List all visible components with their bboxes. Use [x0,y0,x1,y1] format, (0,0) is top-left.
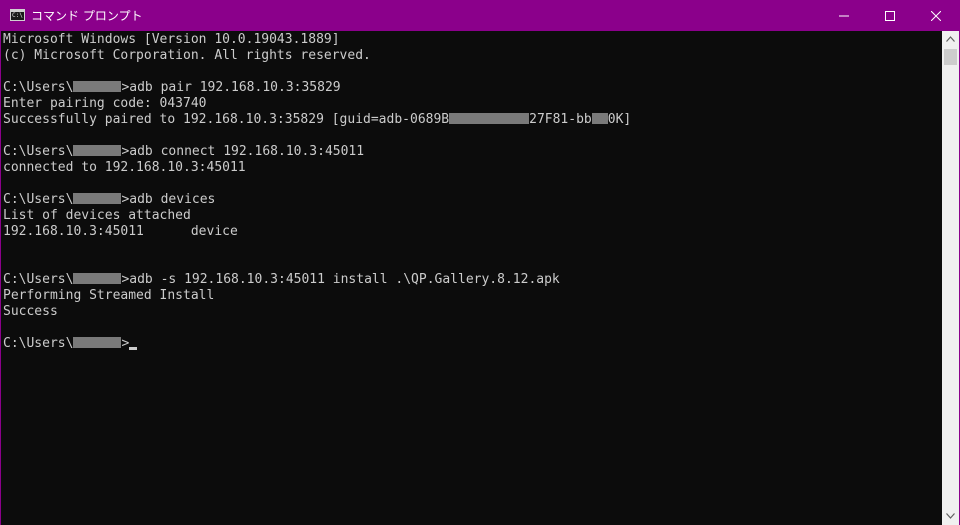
close-icon [931,11,941,21]
console-text: 192.168.10.3:45011 device [3,224,238,239]
close-button[interactable] [913,1,959,31]
console-line: Enter pairing code: 043740 [3,96,631,112]
console-text: >adb devices [121,192,216,207]
console-text: C:\Users\ [3,144,74,159]
console-text: >adb connect 192.168.10.3:45011 [121,144,365,159]
console-text: C:\Users\ [3,80,74,95]
console-text: Success [3,304,58,319]
command-prompt-window: C:\ コマンド プロンプト Microsoft Windows [Versio… [0,0,960,525]
console-text: C:\Users\ [3,272,74,287]
console-line: List of devices attached [3,208,631,224]
console-text: 27F81-bb [529,112,592,127]
console-line: C:\Users\ >adb devices [3,192,631,208]
console-line: Performing Streamed Install [3,288,631,304]
console-line: 192.168.10.3:45011 device [3,224,631,240]
text-cursor [129,347,138,350]
window-title: コマンド プロンプト [31,9,143,23]
console-text: C:\Users\ [3,336,74,351]
title-bar[interactable]: C:\ コマンド プロンプト [1,1,959,31]
scroll-down-arrow-icon [946,513,955,519]
console-output[interactable]: Microsoft Windows [Version 10.0.19043.18… [1,31,942,525]
redacted-text [73,145,122,156]
vertical-scrollbar[interactable] [942,31,959,525]
minimize-button[interactable] [821,1,867,31]
redacted-text [73,193,122,204]
console-line: C:\Users\ >adb pair 192.168.10.3:35829 [3,80,631,96]
redacted-text [73,81,122,92]
maximize-button[interactable] [867,1,913,31]
console-text: 0K] [607,112,632,127]
console-text: >adb -s 192.168.10.3:45011 install .\QP.… [121,272,560,287]
console-line: C:\Users\ >adb connect 192.168.10.3:45011 [3,144,631,160]
console-text: Enter pairing code: 043740 [3,96,207,111]
console-line: Microsoft Windows [Version 10.0.19043.18… [3,32,631,48]
console-icon[interactable]: C:\ [10,9,25,21]
console-text: Successfully paired to 192.168.10.3:3582… [3,112,450,127]
console-text: > [121,336,130,351]
console-text: (c) Microsoft Corporation. All rights re… [3,48,371,63]
console-text: List of devices attached [3,208,191,223]
scrollbar-thumb[interactable] [944,49,957,65]
redacted-text [73,273,122,284]
redacted-text [449,113,530,124]
console-lines: Microsoft Windows [Version 10.0.19043.18… [3,32,631,352]
minimize-icon [839,15,849,17]
console-text: Microsoft Windows [Version 10.0.19043.18… [3,32,340,47]
console-text: >adb pair 192.168.10.3:35829 [121,80,341,95]
scroll-up-button[interactable] [942,31,959,48]
console-line: Success [3,304,631,320]
console-text: C:\Users\ [3,192,74,207]
redacted-text [591,113,608,124]
scroll-up-arrow-icon [946,36,955,42]
console-text: Performing Streamed Install [3,288,215,303]
console-line: (c) Microsoft Corporation. All rights re… [3,48,631,64]
scroll-down-button[interactable] [942,508,959,525]
console-icon-glyph: C:\ [12,12,23,19]
console-line: Successfully paired to 192.168.10.3:3582… [3,112,631,128]
console-line: C:\Users\ > [3,336,631,352]
console-line: C:\Users\ >adb -s 192.168.10.3:45011 inst… [3,272,631,288]
console-line: connected to 192.168.10.3:45011 [3,160,631,176]
maximize-icon [885,11,895,21]
redacted-text [73,337,122,348]
console-text: connected to 192.168.10.3:45011 [3,160,246,175]
